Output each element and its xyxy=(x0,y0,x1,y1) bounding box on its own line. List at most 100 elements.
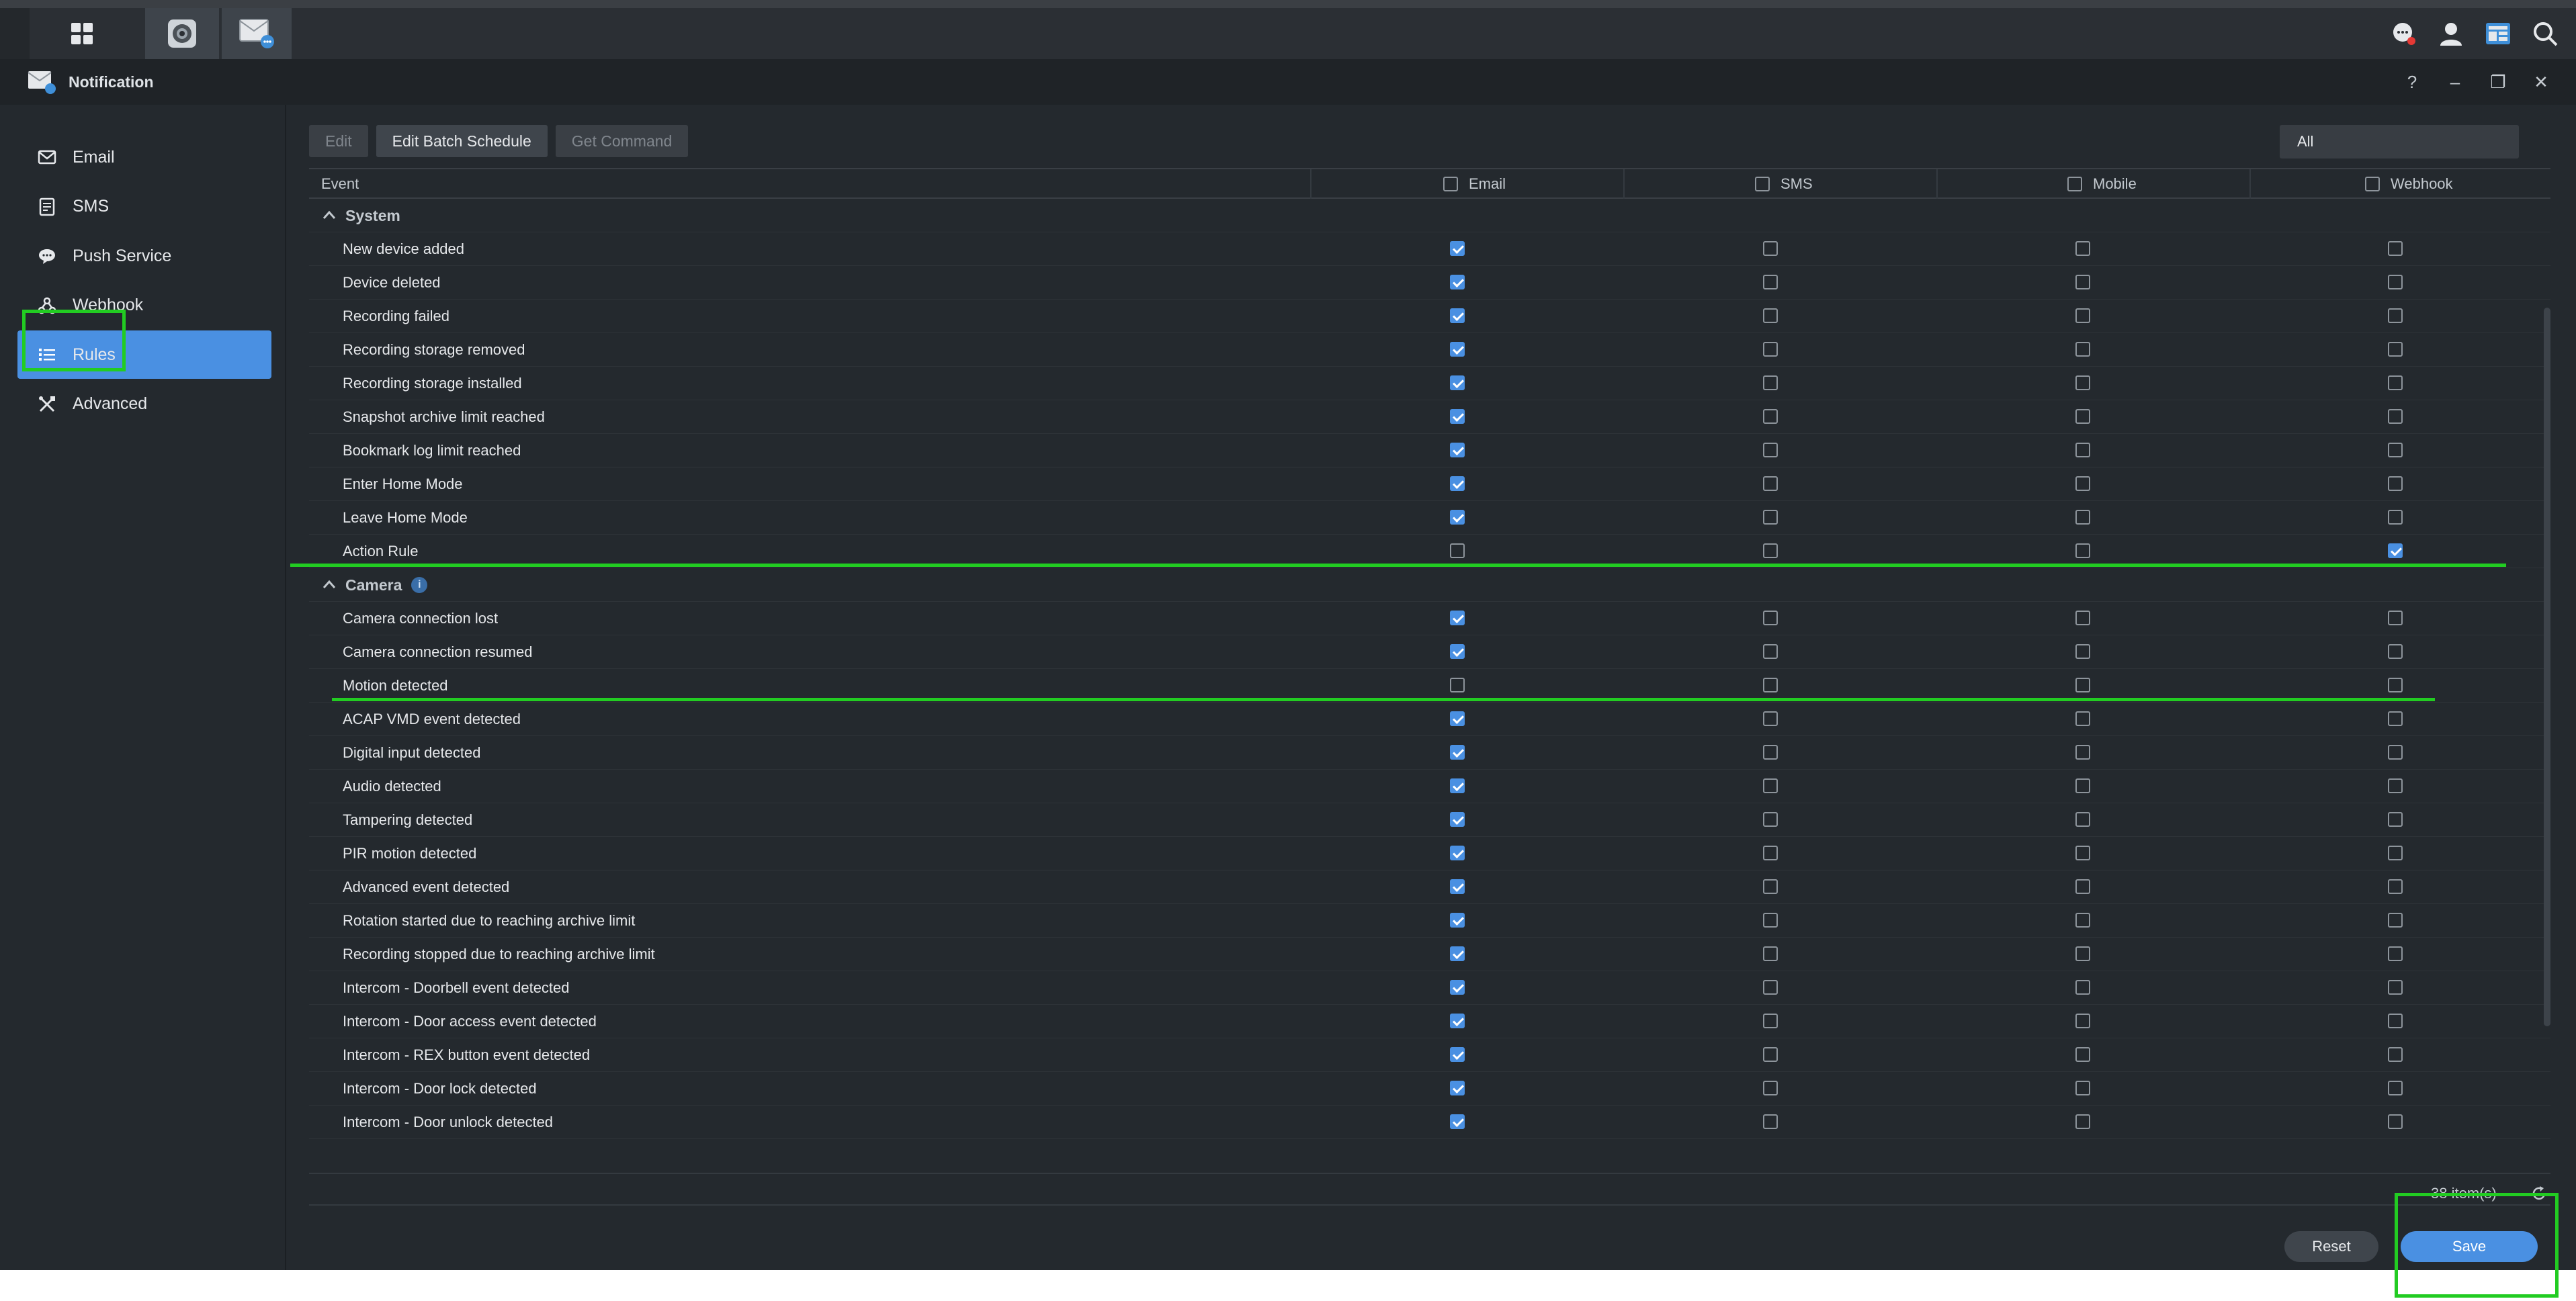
mobile-checkbox[interactable] xyxy=(2075,308,2090,323)
email-checkbox[interactable] xyxy=(1450,443,1465,457)
table-row[interactable]: Bookmark log limit reached xyxy=(309,434,2550,467)
table-row[interactable]: Recording failed xyxy=(309,300,2550,333)
mobile-checkbox[interactable] xyxy=(2075,275,2090,289)
table-row[interactable]: Intercom - Door unlock detected xyxy=(309,1106,2550,1139)
email-checkbox[interactable] xyxy=(1450,946,1465,961)
webhook-checkbox[interactable] xyxy=(2388,543,2403,558)
email-checkbox[interactable] xyxy=(1450,745,1465,760)
chevron-up-icon[interactable] xyxy=(321,207,337,223)
sms-checkbox[interactable] xyxy=(1763,946,1778,961)
email-checkbox[interactable] xyxy=(1450,1114,1465,1129)
sidebar-item-rules[interactable]: Rules xyxy=(17,330,271,379)
sms-checkbox[interactable] xyxy=(1763,1081,1778,1095)
email-checkbox[interactable] xyxy=(1450,241,1465,256)
table-row[interactable]: Intercom - Door access event detected xyxy=(309,1005,2550,1038)
email-checkbox[interactable] xyxy=(1450,678,1465,692)
sms-checkbox[interactable] xyxy=(1763,443,1778,457)
mobile-checkbox[interactable] xyxy=(2075,778,2090,793)
sms-checkbox[interactable] xyxy=(1763,1047,1778,1062)
email-checkbox[interactable] xyxy=(1450,375,1465,390)
webhook-checkbox[interactable] xyxy=(2388,1047,2403,1062)
webhook-checkbox[interactable] xyxy=(2388,913,2403,928)
sidebar-item-advanced[interactable]: Advanced xyxy=(17,380,271,429)
mobile-checkbox[interactable] xyxy=(2075,443,2090,457)
table-row[interactable]: ACAP VMD event detected xyxy=(309,703,2550,736)
email-checkbox[interactable] xyxy=(1450,543,1465,558)
mobile-checkbox[interactable] xyxy=(2075,1047,2090,1062)
webhook-checkbox[interactable] xyxy=(2388,980,2403,995)
email-checkbox[interactable] xyxy=(1450,644,1465,659)
mobile-checkbox[interactable] xyxy=(2075,980,2090,995)
webhook-checkbox[interactable] xyxy=(2388,342,2403,357)
mobile-checkbox[interactable] xyxy=(2075,342,2090,357)
sms-checkbox[interactable] xyxy=(1763,812,1778,827)
sms-checkbox[interactable] xyxy=(1763,980,1778,995)
sms-checkbox[interactable] xyxy=(1763,611,1778,625)
mobile-checkbox[interactable] xyxy=(2075,812,2090,827)
mobile-checkbox[interactable] xyxy=(2075,913,2090,928)
info-icon[interactable]: i xyxy=(411,577,428,593)
refresh-icon[interactable] xyxy=(2528,1182,2550,1205)
email-checkbox[interactable] xyxy=(1450,476,1465,491)
mobile-checkbox[interactable] xyxy=(2075,409,2090,424)
sidebar-item-push-service[interactable]: Push Service xyxy=(17,232,271,280)
sms-checkbox[interactable] xyxy=(1763,678,1778,692)
column-header-webhook[interactable]: Webhook xyxy=(2365,169,2453,199)
webhook-checkbox[interactable] xyxy=(2388,778,2403,793)
column-header-email[interactable]: Email xyxy=(1443,169,1506,199)
sms-checkbox[interactable] xyxy=(1763,375,1778,390)
search-icon[interactable] xyxy=(2526,15,2564,52)
mobile-checkbox[interactable] xyxy=(2075,678,2090,692)
webhook-checkbox[interactable] xyxy=(2388,678,2403,692)
table-row[interactable]: Intercom - REX button event detected xyxy=(309,1038,2550,1072)
webhook-checkbox[interactable] xyxy=(2388,1014,2403,1028)
reset-button[interactable]: Reset xyxy=(2284,1231,2378,1262)
webhook-checkbox[interactable] xyxy=(2388,443,2403,457)
webhook-checkbox[interactable] xyxy=(2388,241,2403,256)
help-icon[interactable]: ? xyxy=(2400,70,2424,94)
table-row[interactable]: New device added xyxy=(309,232,2550,266)
webhook-checkbox[interactable] xyxy=(2388,644,2403,659)
filter-select[interactable]: All xyxy=(2280,125,2519,159)
table-row[interactable]: PIR motion detected xyxy=(309,837,2550,870)
minimize-icon[interactable]: – xyxy=(2443,70,2467,94)
email-checkbox[interactable] xyxy=(1450,846,1465,860)
sms-checkbox[interactable] xyxy=(1763,476,1778,491)
webhook-checkbox[interactable] xyxy=(2388,812,2403,827)
table-row[interactable]: Recording storage removed xyxy=(309,333,2550,367)
mobile-checkbox[interactable] xyxy=(2075,1081,2090,1095)
table-row[interactable]: Enter Home Mode xyxy=(309,467,2550,501)
sms-checkbox[interactable] xyxy=(1763,846,1778,860)
sms-checkbox[interactable] xyxy=(1763,778,1778,793)
sms-checkbox[interactable] xyxy=(1763,241,1778,256)
webhook-checkbox[interactable] xyxy=(2388,711,2403,726)
email-checkbox[interactable] xyxy=(1450,879,1465,894)
sms-checkbox[interactable] xyxy=(1763,1114,1778,1129)
mobile-checkbox[interactable] xyxy=(2075,375,2090,390)
mobile-checkbox[interactable] xyxy=(2075,611,2090,625)
save-button[interactable]: Save xyxy=(2401,1231,2538,1262)
table-row[interactable]: Device deleted xyxy=(309,266,2550,300)
webhook-checkbox[interactable] xyxy=(2388,1114,2403,1129)
webhook-checkbox[interactable] xyxy=(2388,745,2403,760)
sms-checkbox[interactable] xyxy=(1763,275,1778,289)
webhook-checkbox[interactable] xyxy=(2388,375,2403,390)
sms-checkbox[interactable] xyxy=(1763,409,1778,424)
email-checkbox[interactable] xyxy=(1450,342,1465,357)
table-row[interactable]: Action Rule xyxy=(309,535,2550,568)
select-all-webhook-checkbox[interactable] xyxy=(2365,177,2380,191)
mobile-checkbox[interactable] xyxy=(2075,510,2090,525)
user-icon[interactable] xyxy=(2432,15,2470,52)
sms-checkbox[interactable] xyxy=(1763,913,1778,928)
table-row[interactable]: Tampering detected xyxy=(309,803,2550,837)
surveillance-camera-icon[interactable] xyxy=(145,8,219,59)
close-icon[interactable]: ✕ xyxy=(2529,70,2553,94)
notification-app-icon[interactable] xyxy=(222,8,292,59)
webhook-checkbox[interactable] xyxy=(2388,308,2403,323)
table-row[interactable]: Recording stopped due to reaching archiv… xyxy=(309,938,2550,971)
mobile-checkbox[interactable] xyxy=(2075,846,2090,860)
email-checkbox[interactable] xyxy=(1450,711,1465,726)
webhook-checkbox[interactable] xyxy=(2388,946,2403,961)
sms-checkbox[interactable] xyxy=(1763,1014,1778,1028)
mobile-checkbox[interactable] xyxy=(2075,644,2090,659)
